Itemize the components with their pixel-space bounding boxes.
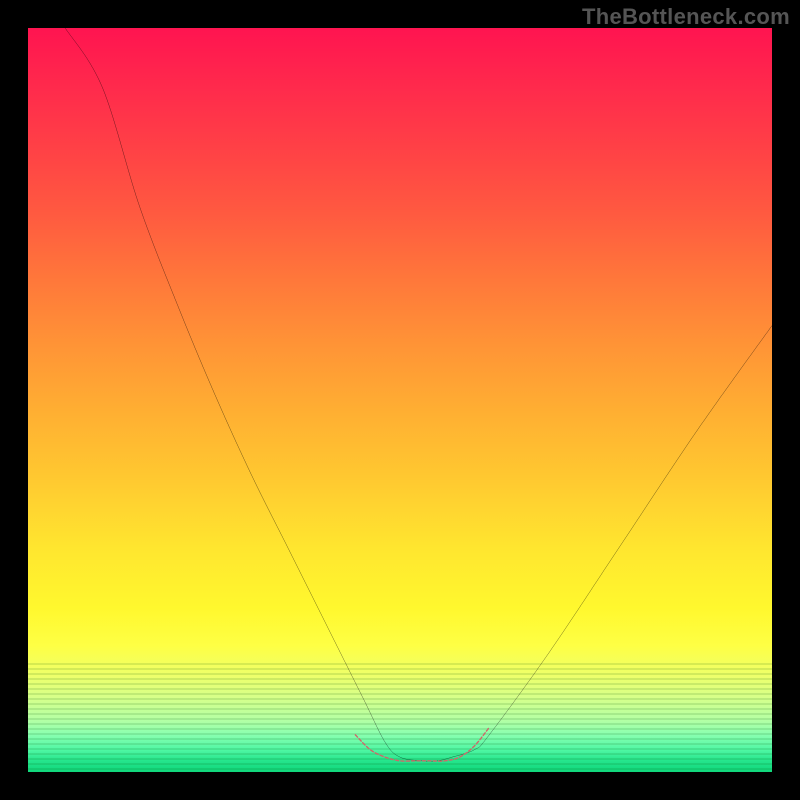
chart-svg <box>28 28 772 772</box>
watermark-text: TheBottleneck.com <box>582 4 790 30</box>
optimal-range-marker <box>355 727 489 761</box>
bottleneck-curve <box>65 28 772 761</box>
chart-plot-area <box>28 28 772 772</box>
image-frame: TheBottleneck.com <box>0 0 800 800</box>
